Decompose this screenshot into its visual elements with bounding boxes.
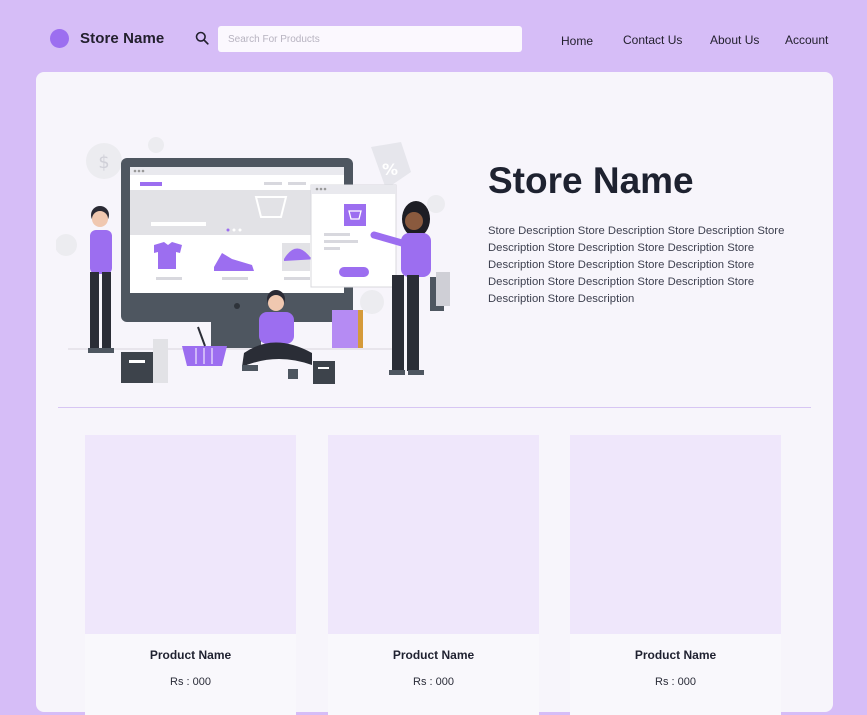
product-name[interactable]: Product Name xyxy=(85,648,296,662)
nav-home[interactable]: Home xyxy=(561,34,593,48)
svg-text:%: % xyxy=(382,160,398,179)
product-card[interactable]: Product Name Rs : 000 xyxy=(85,435,296,715)
nav-account[interactable]: Account xyxy=(785,33,828,47)
product-price: Rs : 000 xyxy=(170,676,211,688)
search-icon[interactable] xyxy=(195,31,209,45)
product-image[interactable] xyxy=(85,435,296,634)
section-divider xyxy=(58,407,811,408)
search-input[interactable] xyxy=(218,26,522,52)
hero-description: Store Description Store Description Stor… xyxy=(488,225,785,305)
product-image[interactable] xyxy=(328,435,539,634)
product-image[interactable] xyxy=(570,435,781,634)
svg-text:$: $ xyxy=(98,152,109,173)
product-name[interactable]: Product Name xyxy=(570,648,781,662)
product-price: Rs : 000 xyxy=(413,676,454,688)
logo-icon[interactable] xyxy=(50,29,69,48)
hero-title: Store Name xyxy=(488,160,694,201)
product-card[interactable]: Product Name Rs : 000 xyxy=(570,435,781,715)
nav-about-us[interactable]: About Us xyxy=(710,33,759,47)
brand-name[interactable]: Store Name xyxy=(80,30,164,47)
product-name[interactable]: Product Name xyxy=(328,648,539,662)
hero-illustration: $ % xyxy=(56,137,450,384)
nav-contact-us[interactable]: Contact Us xyxy=(623,33,682,47)
product-price: Rs : 000 xyxy=(655,676,696,688)
product-card[interactable]: Product Name Rs : 000 xyxy=(328,435,539,715)
main-panel: $ % Store Name Store Description Store D… xyxy=(36,72,833,715)
